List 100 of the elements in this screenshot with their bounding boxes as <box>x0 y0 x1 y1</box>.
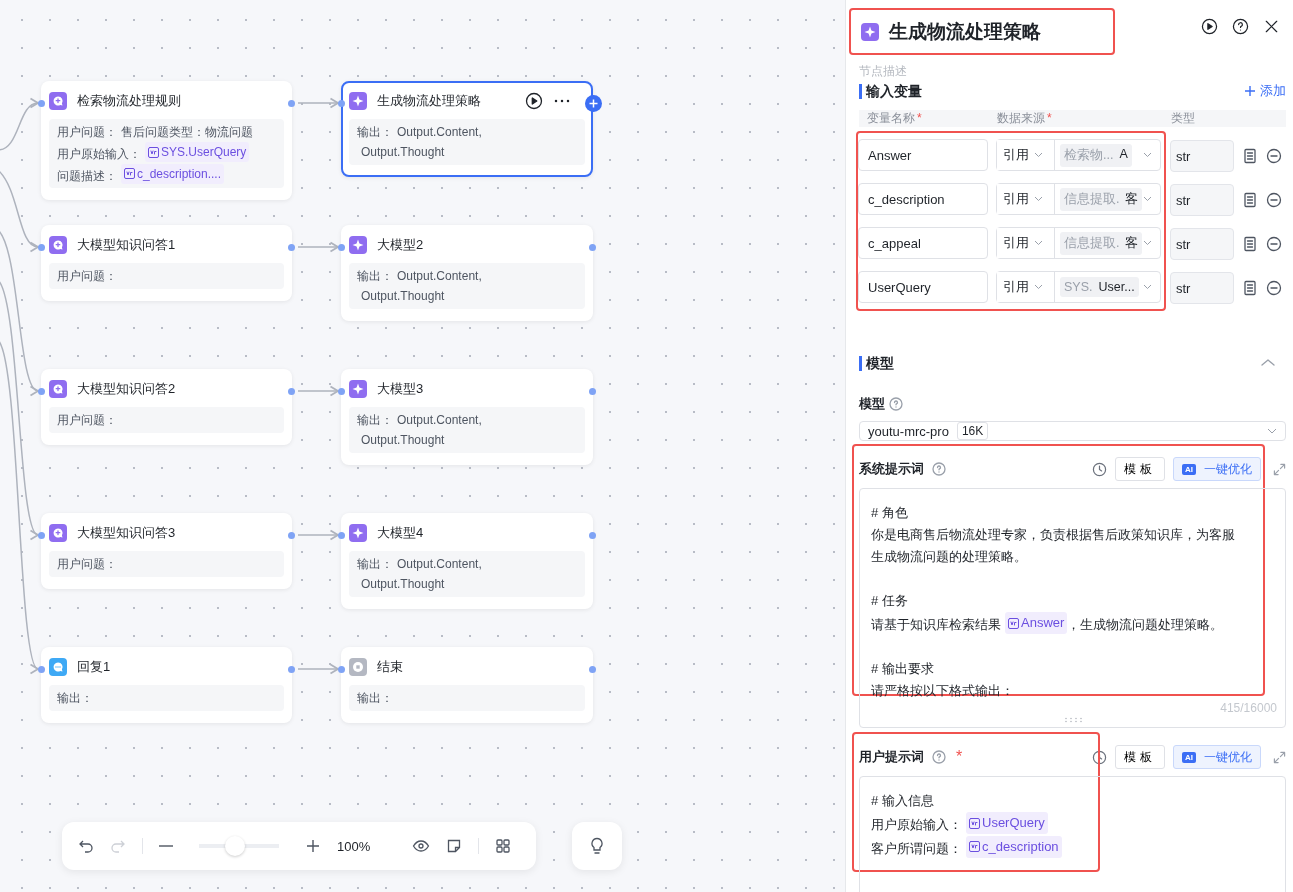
prompt-editor[interactable]: # 角色 你是电商售后物流处理专家，负责根据售后政策知识库，为客服 生成物流问题的处理策略。 # 任务 请基于知识库检索结果 Answer ，生成物流问题处理策略。 # 输出要求 请严格按以下格式输出： 415/16000 <box>859 488 1286 728</box>
workflow-node[interactable]: 大模型知识问答1 用户问题： <box>41 225 292 301</box>
chevron-down-icon <box>1267 428 1277 434</box>
variable-tag: SYS.UserQuery <box>145 142 250 162</box>
document-icon[interactable] <box>1242 236 1258 252</box>
add-node-icon[interactable] <box>585 95 602 112</box>
output-port[interactable] <box>288 244 295 251</box>
workflow-node[interactable]: 大模型2 输出： Output.Content, Output.Thought <box>341 225 593 321</box>
resize-grip-icon[interactable] <box>1065 717 1083 723</box>
remove-icon[interactable] <box>1266 148 1282 164</box>
optimize-button[interactable]: AI 一键优化 <box>1173 745 1261 769</box>
source-select[interactable]: 引用 信息提取. 客 <box>996 227 1161 259</box>
section-title: 模型 <box>859 355 894 371</box>
variable-tag: UserQuery <box>966 812 1048 834</box>
play-icon[interactable] <box>1201 18 1218 35</box>
output-port[interactable] <box>589 532 596 539</box>
expand-icon[interactable] <box>1273 750 1286 764</box>
mode-dropdown[interactable]: 引用 <box>997 184 1055 214</box>
mode-dropdown[interactable]: 引用 <box>997 228 1055 258</box>
node-summary: 输出： Output.Content, Output.Thought <box>349 263 585 309</box>
optimize-button[interactable]: AI 一键优化 <box>1173 457 1261 481</box>
output-port[interactable] <box>589 388 596 395</box>
input-port[interactable] <box>38 100 45 107</box>
expand-icon[interactable] <box>1273 462 1286 476</box>
output-port[interactable] <box>288 666 295 673</box>
document-icon[interactable] <box>1242 148 1258 164</box>
mode-dropdown[interactable]: 引用 <box>997 140 1055 170</box>
node-summary: 输出： Output.Content, Output.Thought <box>349 407 585 453</box>
remove-icon[interactable] <box>1266 280 1282 296</box>
output-port[interactable] <box>288 532 295 539</box>
template-button[interactable]: 模板 <box>1115 745 1165 769</box>
variable-name-input[interactable]: Answer <box>858 139 988 171</box>
node-title: 生成物流处理策略 <box>377 92 482 110</box>
output-port[interactable] <box>589 244 596 251</box>
input-port[interactable] <box>38 244 45 251</box>
var-icon <box>969 817 980 829</box>
history-icon[interactable] <box>1092 749 1107 765</box>
workflow-node[interactable]: 生成物流处理策略 输出： Output.Content, Output.Thought <box>341 81 593 177</box>
output-port[interactable] <box>288 100 295 107</box>
output-port[interactable] <box>288 388 295 395</box>
input-port[interactable] <box>38 666 45 673</box>
remove-icon[interactable] <box>1266 192 1282 208</box>
document-icon[interactable] <box>1242 280 1258 296</box>
prompt-line: 用户原始输入： UserQuery <box>871 812 1271 836</box>
add-link[interactable]: 添加 <box>1244 82 1286 100</box>
remove-icon[interactable] <box>1266 236 1282 252</box>
input-port[interactable] <box>38 532 45 539</box>
workflow-node[interactable]: 大模型知识问答2 用户问题： <box>41 369 292 445</box>
plus-icon <box>305 838 321 854</box>
model-select[interactable]: youtu-mrc-pro 16K <box>859 421 1286 441</box>
workflow-node[interactable]: 结束 输出： <box>341 647 593 723</box>
output-port[interactable] <box>589 666 596 673</box>
template-button[interactable]: 模板 <box>1115 457 1165 481</box>
input-port[interactable] <box>38 388 45 395</box>
sparkle-icon <box>861 22 879 41</box>
sparkle-icon <box>349 524 367 542</box>
input-port[interactable] <box>338 666 345 673</box>
close-icon[interactable] <box>1263 18 1280 35</box>
lightbulb-icon <box>589 837 605 855</box>
chevron-down-icon <box>1143 284 1152 290</box>
history-icon[interactable] <box>1092 461 1107 477</box>
workflow-node[interactable]: 回复1 输出： <box>41 647 292 723</box>
source-select[interactable]: 引用 检索物... A <box>996 139 1161 171</box>
lightbulb-button[interactable] <box>572 822 622 870</box>
prompt-line: 请基于知识库检索结果 Answer ，生成物流问题处理策略。 <box>871 612 1271 636</box>
node-summary: 输出： <box>49 685 284 711</box>
node-summary: 用户问题： <box>49 407 284 433</box>
input-port[interactable] <box>338 244 345 251</box>
prompt-editor[interactable]: # 输入信息 用户原始输入： UserQuery 客户所谓问题： c_description <box>859 776 1286 892</box>
variable-name-input[interactable]: c_description <box>858 183 988 215</box>
stop-icon <box>349 658 367 676</box>
document-icon[interactable] <box>1242 192 1258 208</box>
input-port[interactable] <box>338 388 345 395</box>
workflow-node[interactable]: 大模型3 输出： Output.Content, Output.Thought <box>341 369 593 465</box>
grid-button[interactable] <box>495 838 512 854</box>
slider-thumb[interactable] <box>225 836 245 856</box>
workflow-node[interactable]: 大模型4 输出： Output.Content, Output.Thought <box>341 513 593 609</box>
var-icon <box>124 168 135 179</box>
help-icon[interactable] <box>1232 18 1249 35</box>
node-summary: 输出： <box>349 685 585 711</box>
play-icon[interactable] <box>525 92 543 110</box>
prompt-line: 你是电商售后物流处理专家，负责根据售后政策知识库，为客服 <box>871 526 1236 544</box>
workflow-node[interactable]: 大模型知识问答3 用户问题： <box>41 513 292 589</box>
input-port[interactable] <box>338 532 345 539</box>
column-header: 数据来源 * <box>997 110 1053 127</box>
variable-name-input[interactable]: c_appeal <box>858 227 988 259</box>
variable-tag: c_description.... <box>121 163 225 184</box>
source-select[interactable]: 引用 信息提取. 客 <box>996 183 1161 215</box>
workflow-node[interactable]: 检索物流处理规则 用户问题： 售后问题类型：物流问题 用户原始输入： SYS.UserQuery 问题描述： c_description.... <box>41 81 292 200</box>
undo-button[interactable] <box>78 838 94 854</box>
input-port[interactable] <box>338 100 345 107</box>
mode-dropdown[interactable]: 引用 <box>997 272 1055 302</box>
eye-button[interactable] <box>412 838 431 854</box>
sparkle-icon <box>349 236 367 254</box>
variable-name-input[interactable]: UserQuery <box>858 271 988 303</box>
prompt-line: # 任务 <box>871 592 909 610</box>
required-mark: * <box>956 748 963 766</box>
zoom-in-button[interactable] <box>305 838 321 854</box>
note-button[interactable] <box>446 838 463 854</box>
source-select[interactable]: 引用 SYS. User... <box>996 271 1161 303</box>
